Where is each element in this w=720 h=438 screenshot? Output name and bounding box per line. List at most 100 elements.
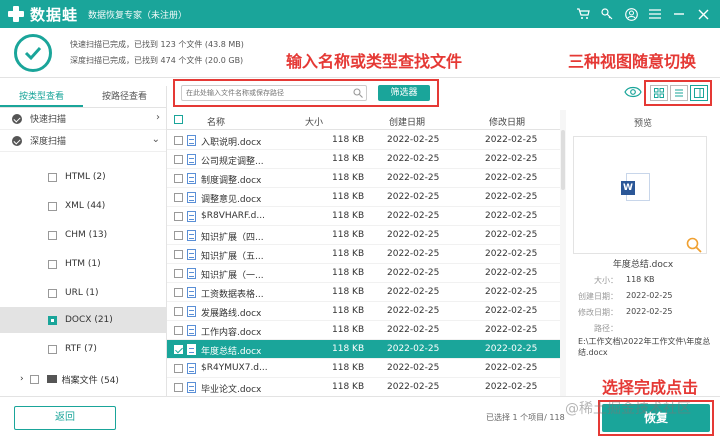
sidebar-type-htm[interactable]: HTM (1) <box>0 251 166 277</box>
table-row[interactable]: 毕业论文.docx 118 KB 2022-02-25 2022-02-25 <box>167 378 560 397</box>
type-checkbox[interactable] <box>48 172 57 182</box>
table-row[interactable]: 入职说明.docx 118 KB 2022-02-25 2022-02-25 <box>167 131 560 150</box>
row-size: 118 KB <box>332 382 365 392</box>
chevron-down-icon[interactable]: ⌄ <box>152 134 160 145</box>
row-checkbox[interactable] <box>174 155 183 164</box>
table-row[interactable]: $R8VHARF.d... 118 KB 2022-02-25 2022-02-25 <box>167 207 560 226</box>
check-icon <box>12 113 22 124</box>
list-view-icon <box>675 89 683 97</box>
docx-file-icon <box>187 173 196 184</box>
tab-by-type[interactable]: 按类型查看 <box>0 86 83 107</box>
table-row[interactable]: 调整意见.docx 118 KB 2022-02-25 2022-02-25 <box>167 188 560 207</box>
row-checkbox[interactable] <box>174 383 183 392</box>
type-checkbox[interactable] <box>48 315 57 325</box>
sidebar-type-chm[interactable]: CHM (13) <box>0 222 166 248</box>
row-size: 118 KB <box>332 211 365 221</box>
row-checkbox[interactable] <box>174 269 183 278</box>
row-checkbox[interactable] <box>174 345 183 354</box>
row-name: 年度总结.docx <box>201 347 262 357</box>
row-checkbox[interactable] <box>174 250 183 259</box>
row-checkbox[interactable] <box>174 212 183 221</box>
type-checkbox[interactable] <box>48 288 57 298</box>
zoom-icon[interactable] <box>686 237 702 256</box>
key-icon[interactable] <box>600 7 614 21</box>
search-icon[interactable] <box>353 88 363 101</box>
row-checkbox[interactable] <box>174 231 183 240</box>
close-icon[interactable] <box>696 7 710 21</box>
user-icon[interactable] <box>624 7 638 21</box>
table-row[interactable]: 知识扩展（一... 118 KB 2022-02-25 2022-02-25 <box>167 264 560 283</box>
sidebar-type-html[interactable]: HTML (2) <box>0 164 166 190</box>
row-size: 118 KB <box>332 287 365 297</box>
row-checkbox[interactable] <box>174 193 183 202</box>
row-name: $R8VHARF.d... <box>201 211 265 221</box>
table-row[interactable]: 知识扩展（四... 118 KB 2022-02-25 2022-02-25 <box>167 226 560 245</box>
column-size[interactable]: 大小 <box>305 115 323 128</box>
type-checkbox[interactable] <box>29 374 39 384</box>
sidebar-type-url[interactable]: URL (1) <box>0 280 166 306</box>
row-checkbox[interactable] <box>174 174 183 183</box>
docx-file-icon <box>187 230 196 241</box>
row-created: 2022-02-25 <box>387 344 440 354</box>
grid-view-button[interactable] <box>650 85 668 101</box>
sidebar-deep-scan[interactable]: 深度扫描 ⌄ <box>0 130 166 152</box>
row-modified: 2022-02-25 <box>485 249 538 259</box>
sidebar-type-rtf[interactable]: RTF (7) <box>0 336 166 362</box>
table-row[interactable]: 制度调整.docx 118 KB 2022-02-25 2022-02-25 <box>167 169 560 188</box>
search-input[interactable] <box>182 86 350 100</box>
menu-icon[interactable] <box>648 7 662 21</box>
sidebar-type-docx[interactable]: DOCX (21) <box>0 307 166 333</box>
row-name: 知识扩展（一... <box>201 271 264 281</box>
file-table-header: 名称 大小 创建日期 修改日期 <box>167 110 560 130</box>
minimize-icon[interactable] <box>672 7 686 21</box>
chevron-right-icon[interactable]: › <box>20 374 24 384</box>
row-name: $R4YMUX7.d... <box>201 363 268 373</box>
docx-file-icon <box>187 249 196 260</box>
scrollbar-thumb[interactable] <box>561 130 565 190</box>
table-row[interactable]: $R4YMUX7.d... 118 KB 2022-02-25 2022-02-25 <box>167 359 560 378</box>
table-row[interactable]: 知识扩展（五... 118 KB 2022-02-25 2022-02-25 <box>167 245 560 264</box>
chevron-right-icon[interactable]: › <box>156 112 160 123</box>
column-name[interactable]: 名称 <box>207 115 225 128</box>
sidebar-quick-scan[interactable]: 快速扫描 › <box>0 108 166 130</box>
sidebar-archive[interactable]: › 档案文件 (54) <box>0 366 166 392</box>
column-modified[interactable]: 修改日期 <box>489 115 525 128</box>
docx-file-icon <box>187 306 196 317</box>
table-row[interactable]: 发展路线.docx 118 KB 2022-02-25 2022-02-25 <box>167 302 560 321</box>
row-checkbox[interactable] <box>174 364 183 373</box>
sidebar-type-xml[interactable]: XML (44) <box>0 193 166 219</box>
preview-path-label: 路径： <box>594 324 618 333</box>
category-sidebar: 按类型查看 按路径查看 快速扫描 › 深度扫描 ⌄ HTML (2) XML (… <box>0 86 167 396</box>
table-row[interactable]: 工资数据表格... 118 KB 2022-02-25 2022-02-25 <box>167 283 560 302</box>
filter-button[interactable]: 筛选器 <box>378 85 430 101</box>
type-checkbox[interactable] <box>48 201 57 211</box>
eye-icon[interactable] <box>624 86 642 101</box>
row-created: 2022-02-25 <box>387 287 440 297</box>
preview-file-name: 年度总结.docx <box>612 260 674 270</box>
app-name: 数据蛙 <box>30 5 79 24</box>
row-checkbox[interactable] <box>174 326 183 335</box>
row-checkbox[interactable] <box>174 307 183 316</box>
select-all-checkbox[interactable] <box>174 115 183 124</box>
row-modified: 2022-02-25 <box>485 173 538 183</box>
docx-file-icon <box>187 211 196 222</box>
tab-by-path[interactable]: 按路径查看 <box>83 86 166 107</box>
type-checkbox[interactable] <box>48 344 57 354</box>
table-row[interactable]: 公司规定调整... 118 KB 2022-02-25 2022-02-25 <box>167 150 560 169</box>
column-created[interactable]: 创建日期 <box>389 115 425 128</box>
docx-file-icon <box>187 325 196 336</box>
row-checkbox[interactable] <box>174 136 183 145</box>
type-checkbox[interactable] <box>48 259 57 269</box>
back-button[interactable]: 返回 <box>14 406 116 430</box>
table-row[interactable]: 年度总结.docx 118 KB 2022-02-25 2022-02-25 <box>167 340 560 359</box>
cart-icon[interactable] <box>576 7 590 21</box>
type-checkbox[interactable] <box>48 230 57 240</box>
table-row[interactable]: 工作内容.docx 118 KB 2022-02-25 2022-02-25 <box>167 321 560 340</box>
row-created: 2022-02-25 <box>387 211 440 221</box>
row-name: 工作内容.docx <box>201 328 262 338</box>
row-checkbox[interactable] <box>174 288 183 297</box>
sidebar-deep-scan-label: 深度扫描 <box>30 137 67 147</box>
list-view-button[interactable] <box>670 85 688 101</box>
docx-file-icon <box>187 344 196 355</box>
detail-view-button[interactable] <box>690 85 708 101</box>
